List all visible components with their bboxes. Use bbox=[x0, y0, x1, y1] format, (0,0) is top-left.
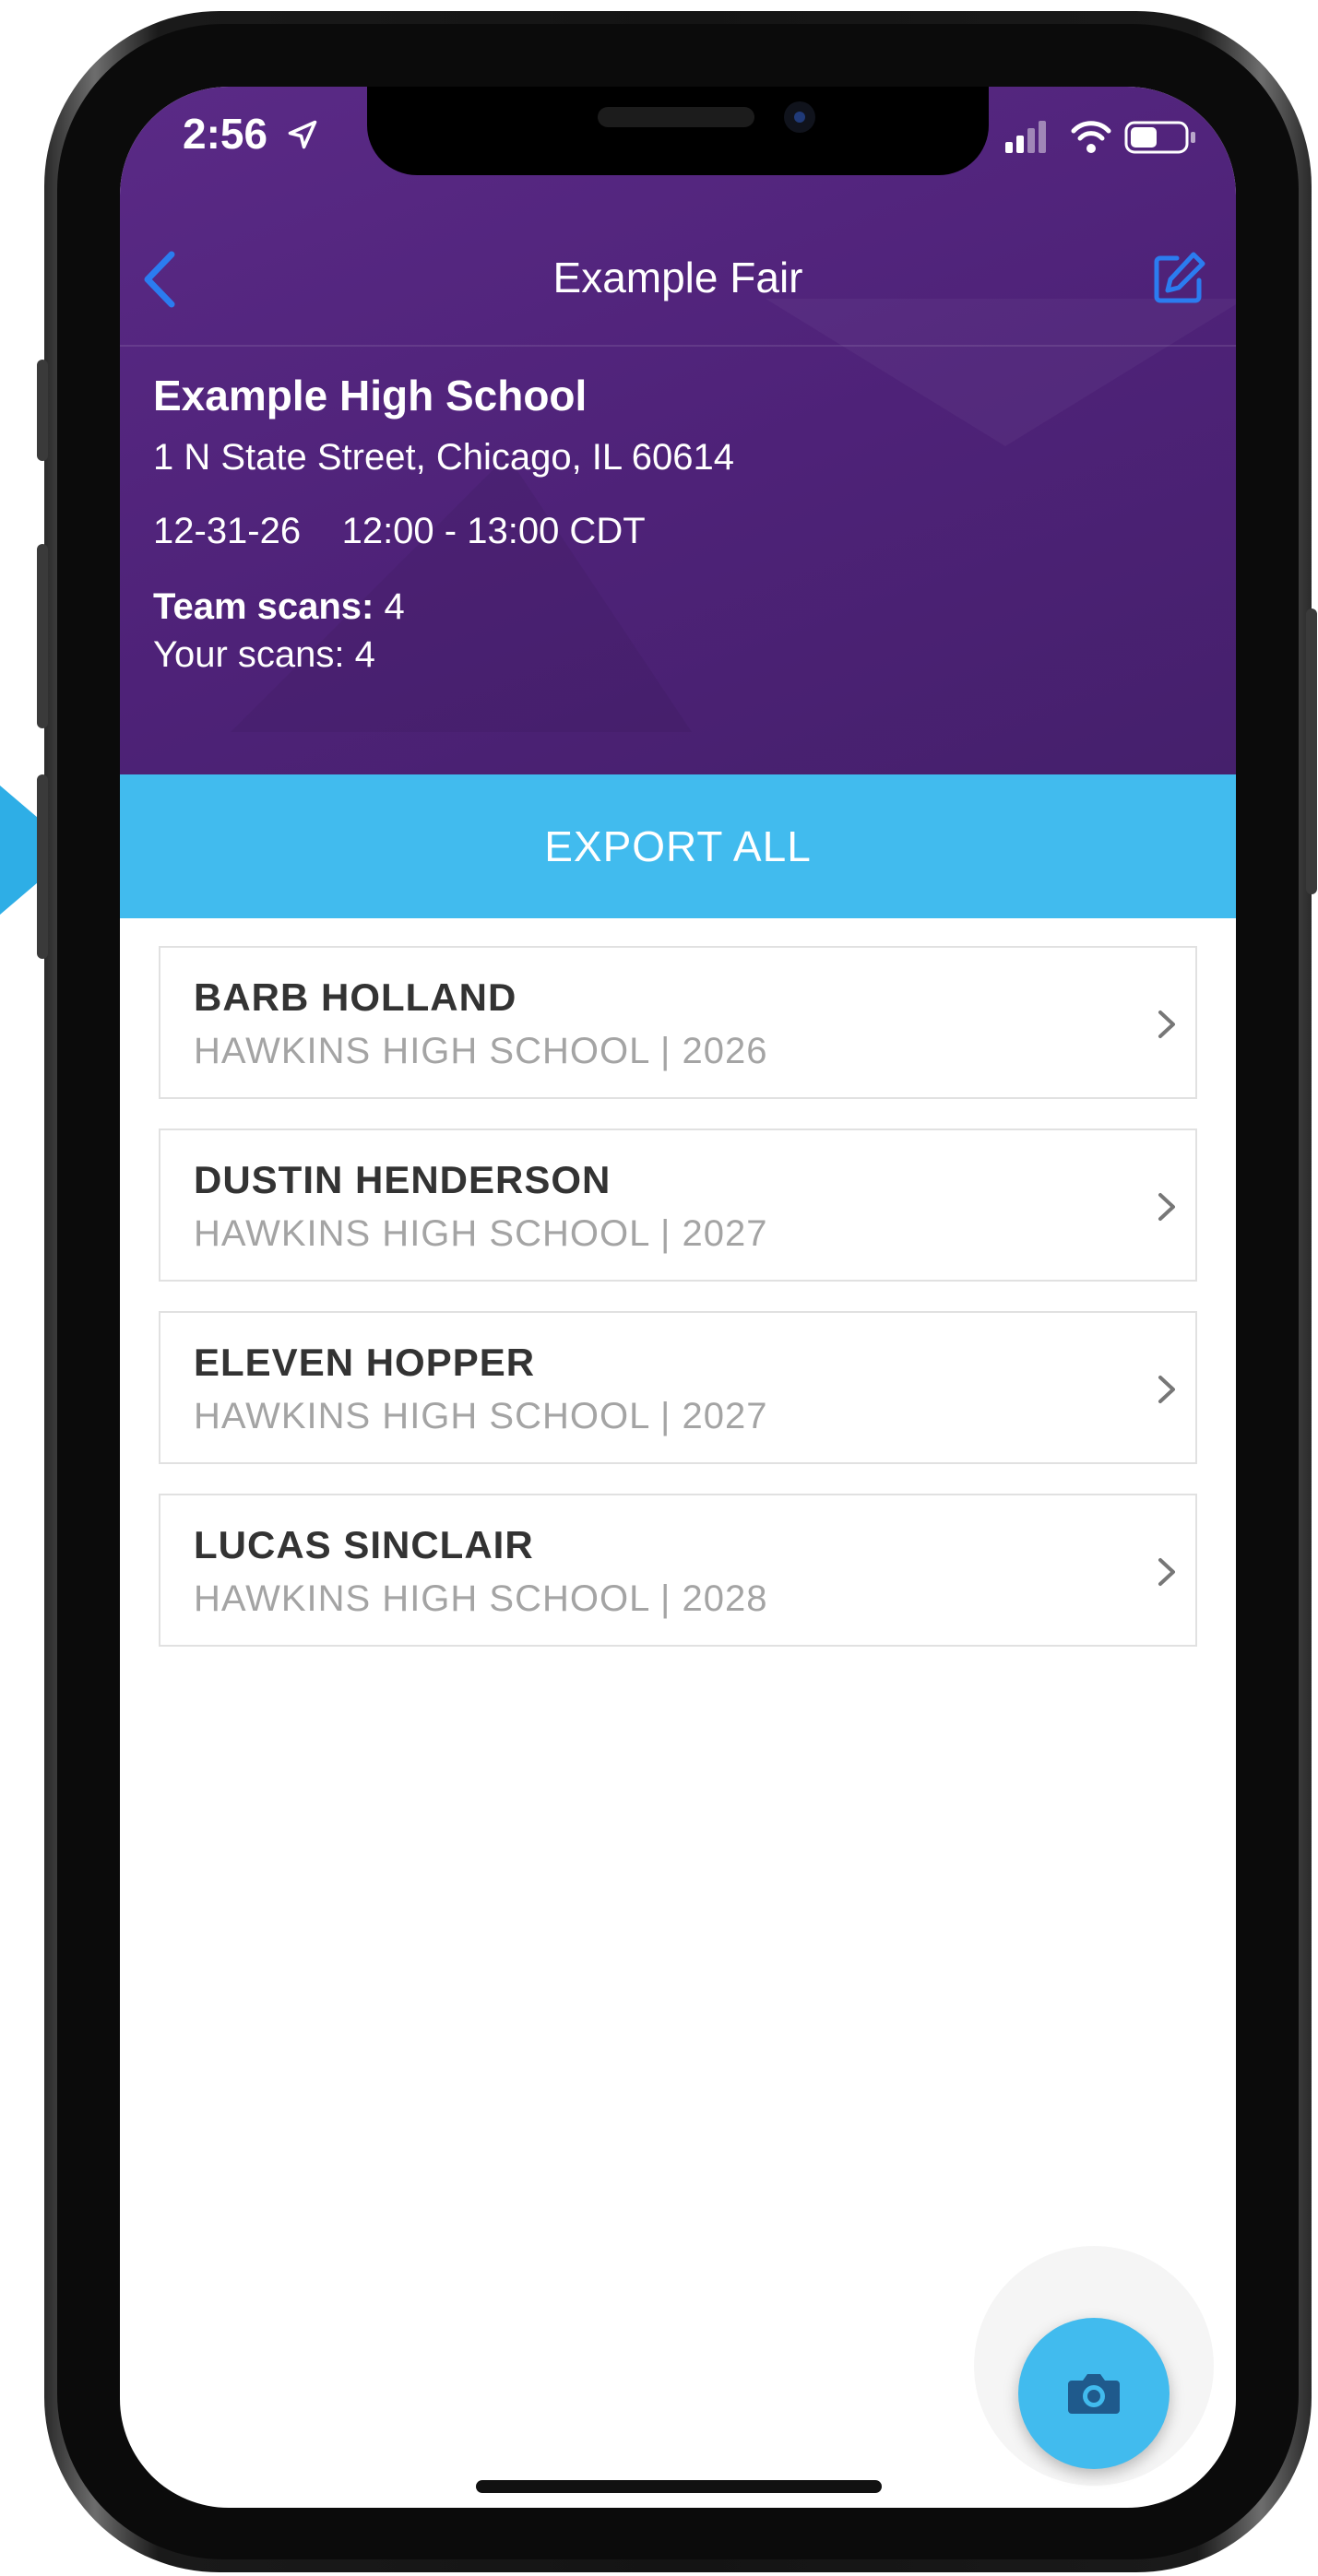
mute-switch bbox=[37, 360, 48, 461]
your-scans-label: Your scans: bbox=[153, 634, 345, 675]
chevron-right-icon bbox=[1158, 1010, 1175, 1038]
home-indicator bbox=[476, 2480, 882, 2493]
location-arrow-icon bbox=[288, 120, 317, 149]
camera-icon bbox=[1068, 2374, 1120, 2414]
event-time: 12:00 - 13:00 CDT bbox=[341, 511, 646, 551]
app-screen: 2:56 Example Fair Example High School 1 … bbox=[120, 87, 1236, 2508]
wifi-icon bbox=[1071, 121, 1111, 153]
signal-icon bbox=[1005, 121, 1046, 153]
list-item[interactable]: BARB HOLLAND HAWKINS HIGH SCHOOL | 2026 bbox=[159, 946, 1197, 1099]
battery-icon bbox=[1124, 121, 1195, 154]
scan-camera-button[interactable] bbox=[1018, 2318, 1170, 2469]
student-detail: HAWKINS HIGH SCHOOL | 2027 bbox=[194, 1213, 768, 1254]
student-name: DUSTIN HENDERSON bbox=[194, 1158, 612, 1201]
your-scans-value: 4 bbox=[354, 634, 375, 675]
event-address: 1 N State Street, Chicago, IL 60614 bbox=[153, 437, 735, 478]
volume-up-button bbox=[37, 544, 48, 728]
student-name: ELEVEN HOPPER bbox=[194, 1341, 536, 1384]
nav-divider bbox=[120, 345, 1236, 347]
event-header: 2:56 Example Fair Example High School 1 … bbox=[120, 87, 1236, 774]
status-time: 2:56 bbox=[183, 110, 268, 158]
student-list: BARB HOLLAND HAWKINS HIGH SCHOOL | 2026 … bbox=[159, 946, 1197, 1676]
student-detail: HAWKINS HIGH SCHOOL | 2027 bbox=[194, 1396, 768, 1436]
event-date: 12-31-26 bbox=[153, 511, 302, 551]
list-item[interactable]: ELEVEN HOPPER HAWKINS HIGH SCHOOL | 2027 bbox=[159, 1311, 1197, 1464]
student-detail: HAWKINS HIGH SCHOOL | 2026 bbox=[194, 1031, 768, 1071]
power-button bbox=[1306, 609, 1317, 894]
team-scans-value: 4 bbox=[384, 586, 405, 627]
student-name: LUCAS SINCLAIR bbox=[194, 1523, 534, 1566]
list-item[interactable]: DUSTIN HENDERSON HAWKINS HIGH SCHOOL | 2… bbox=[159, 1128, 1197, 1282]
export-all-button[interactable]: EXPORT ALL bbox=[120, 774, 1236, 918]
edit-icon[interactable] bbox=[1149, 249, 1208, 308]
school-name: Example High School bbox=[153, 372, 588, 419]
chevron-right-icon bbox=[1158, 1193, 1175, 1221]
student-detail: HAWKINS HIGH SCHOOL | 2028 bbox=[194, 1578, 768, 1619]
chevron-right-icon bbox=[1158, 1558, 1175, 1586]
team-scans-label: Team scans: bbox=[153, 586, 374, 627]
status-icons bbox=[1005, 121, 1195, 154]
volume-down-button bbox=[37, 774, 48, 959]
student-name: BARB HOLLAND bbox=[194, 975, 517, 1019]
team-scans: Team scans: 4 bbox=[153, 586, 405, 628]
chevron-right-icon bbox=[1158, 1376, 1175, 1403]
notch bbox=[367, 87, 989, 175]
event-datetime: 12-31-26 12:00 - 13:00 CDT bbox=[153, 511, 646, 552]
nav-title: Example Fair bbox=[552, 254, 803, 301]
list-item[interactable]: LUCAS SINCLAIR HAWKINS HIGH SCHOOL | 202… bbox=[159, 1494, 1197, 1647]
your-scans: Your scans: 4 bbox=[153, 634, 375, 676]
